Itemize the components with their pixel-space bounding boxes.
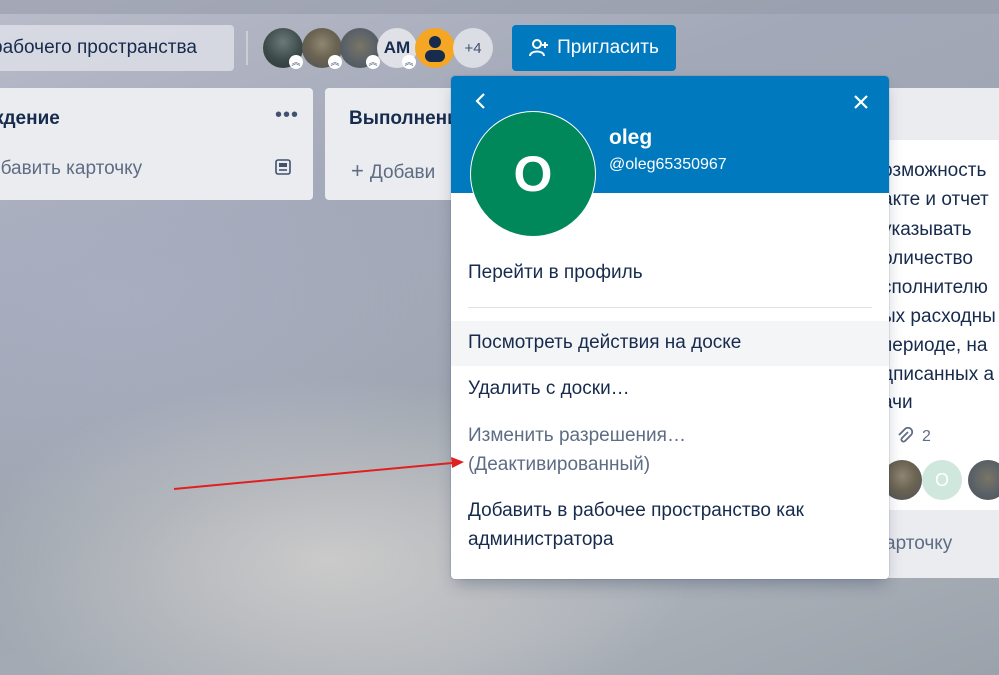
header-separator xyxy=(246,31,248,65)
workspace-button-label: рабочего пространства xyxy=(0,37,197,58)
attachment-count: 2 xyxy=(922,428,931,445)
list-title[interactable]: Выполнени xyxy=(349,108,459,130)
card-text-line: дписанных а xyxy=(882,364,995,385)
admin-chevron-icon: ︽ xyxy=(366,55,380,69)
view-activity-item[interactable]: Посмотреть действия на доске xyxy=(451,321,889,366)
add-card-button[interactable]: арточку xyxy=(885,533,952,555)
admin-chevron-icon: ︽ xyxy=(328,55,342,69)
go-to-profile-link[interactable]: Перейти в профиль xyxy=(468,262,643,284)
add-card-button[interactable]: + Добави xyxy=(351,158,435,184)
member-avatar-5[interactable] xyxy=(415,28,455,68)
avatar-initial: O xyxy=(513,146,553,202)
header-fade xyxy=(0,0,999,14)
invite-button[interactable]: Пригласить xyxy=(512,25,676,71)
workspace-visible-button[interactable]: рабочего пространства xyxy=(0,25,234,71)
card-member-initial: O xyxy=(934,469,949,490)
card-text-line: указывать xyxy=(882,219,972,240)
add-card-label: Добави xyxy=(369,162,436,183)
card-member-avatar[interactable] xyxy=(968,460,999,500)
member-popover: O oleg @oleg65350967 Перейти в профиль П… xyxy=(451,76,889,579)
person-icon xyxy=(425,36,445,62)
list-menu-dots-icon[interactable]: ••• xyxy=(275,104,299,127)
member-username: @oleg65350967 xyxy=(609,156,727,173)
card-text-line: акте и отчет xyxy=(882,189,989,210)
invite-label: Пригласить xyxy=(557,37,659,58)
card-text-line: сполнителю xyxy=(882,277,988,298)
plus-icon: + xyxy=(351,158,364,183)
add-user-icon xyxy=(529,39,549,57)
attachment-icon xyxy=(898,427,914,443)
card-template-icon[interactable] xyxy=(274,158,292,176)
add-as-admin-line1: Добавить в рабочее пространство как xyxy=(468,500,804,521)
change-permissions-item: Изменить разрешения… xyxy=(468,425,686,446)
add-as-admin-item[interactable]: Добавить в рабочее пространство как адми… xyxy=(468,500,804,551)
menu-divider xyxy=(468,307,872,308)
card-text-line: озможность xyxy=(882,160,987,181)
member-name: oleg xyxy=(609,126,653,149)
card-text-line: оличество xyxy=(882,248,973,269)
remove-from-board-item[interactable]: Удалить с доски… xyxy=(468,378,630,400)
add-card-button[interactable]: обавить карточку xyxy=(0,158,142,180)
member-avatar-large: O xyxy=(470,111,596,237)
card-text-line: ых расходны xyxy=(882,306,996,327)
admin-chevron-icon: ︽ xyxy=(402,55,416,69)
view-activity-label: Посмотреть действия на доске xyxy=(468,332,742,353)
more-members-count: +4 xyxy=(464,39,482,57)
deactivated-label: (Деактивированный) xyxy=(468,454,651,475)
card-member-avatar-o[interactable]: O xyxy=(922,460,962,500)
back-arrow-icon[interactable] xyxy=(471,90,491,112)
add-as-admin-line2: администратора xyxy=(468,529,614,550)
card-text-line: периоде, на xyxy=(882,335,988,356)
list-column-1: ждение ••• обавить карточку xyxy=(0,88,313,200)
close-icon[interactable] xyxy=(851,92,871,112)
list-title[interactable]: ждение xyxy=(0,108,60,130)
more-members-button[interactable]: +4 xyxy=(453,28,493,68)
admin-chevron-icon: ︽ xyxy=(289,55,303,69)
